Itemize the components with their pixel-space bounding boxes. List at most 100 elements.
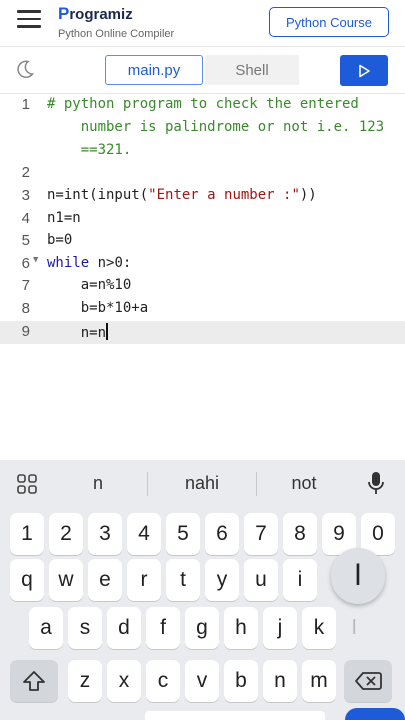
line-number: 1 [21, 96, 30, 113]
code-text: n=int(input("Enter a number :")) [47, 187, 317, 203]
chevron-down-icon[interactable]: ▼ [33, 255, 38, 265]
key-e[interactable]: e [88, 559, 122, 601]
key-x[interactable]: x [107, 660, 141, 702]
key-c[interactable]: c [146, 660, 180, 702]
tab-main-py[interactable]: main.py [105, 55, 203, 85]
line-number: 8 [21, 300, 30, 317]
key-i[interactable]: i [283, 559, 317, 601]
line-number: 6 [21, 255, 30, 272]
line-number: 4 [21, 210, 30, 227]
line-number: 3 [21, 187, 30, 204]
suggestion-item[interactable]: n [78, 473, 118, 494]
code-line: 8 b=b*10+a [0, 300, 405, 322]
text-cursor [106, 323, 108, 340]
key-7[interactable]: 7 [244, 513, 278, 555]
suggestion-divider [256, 472, 257, 496]
faded-key-l: l [352, 617, 357, 639]
key-a[interactable]: a [29, 607, 63, 649]
moon-icon[interactable] [15, 59, 35, 79]
code-string: "Enter a number :" [148, 187, 300, 203]
suggestion-item[interactable]: not [280, 473, 328, 494]
mic-icon[interactable] [366, 471, 386, 495]
shift-icon [23, 671, 45, 691]
key-b[interactable]: b [224, 660, 258, 702]
app-header: Programiz Python Online Compiler Python … [0, 0, 405, 47]
key-4[interactable]: 4 [127, 513, 161, 555]
key-8[interactable]: 8 [283, 513, 317, 555]
run-button[interactable] [340, 55, 388, 86]
key-5[interactable]: 5 [166, 513, 200, 555]
key-t[interactable]: t [166, 559, 200, 601]
key-6[interactable]: 6 [205, 513, 239, 555]
space-key-edge[interactable] [145, 711, 325, 720]
code-line: 5 b=0 [0, 232, 405, 254]
enter-key-edge[interactable] [345, 708, 405, 720]
code-text: a=n%10 [47, 277, 132, 293]
key-r[interactable]: r [127, 559, 161, 601]
code-call: n=int(input( [47, 187, 149, 203]
code-current: n=n [47, 325, 107, 341]
shift-key[interactable] [10, 660, 58, 702]
code-line: 1 # python program to check the entered [0, 96, 405, 118]
line-number: 2 [21, 164, 30, 181]
logo-prefix: P [58, 4, 70, 23]
code-keyword: while [47, 255, 90, 271]
key-j[interactable]: j [263, 607, 297, 649]
key-n[interactable]: n [263, 660, 297, 702]
key-f[interactable]: f [146, 607, 180, 649]
key-q[interactable]: q [10, 559, 44, 601]
code-editor[interactable]: 1 # python program to check the entered … [0, 94, 405, 460]
key-1[interactable]: 1 [10, 513, 44, 555]
key-u[interactable]: u [244, 559, 278, 601]
code-line: number is palindrome or not i.e. 123 [0, 119, 405, 141]
logo-mark: Programiz [58, 4, 133, 24]
key-s[interactable]: s [68, 607, 102, 649]
key-v[interactable]: v [185, 660, 219, 702]
key-z[interactable]: z [68, 660, 102, 702]
code-text: b=b*10+a [47, 300, 149, 316]
key-popup-l: l [331, 548, 385, 604]
backspace-icon [355, 672, 382, 690]
code-line-active: 9 n=n [0, 321, 405, 344]
tab-shell[interactable]: Shell [205, 55, 299, 85]
logo-text: rogramiz [69, 6, 133, 23]
line-number: 5 [21, 232, 30, 249]
python-course-button[interactable]: Python Course [269, 7, 389, 37]
code-text: while n>0: [47, 255, 131, 271]
key-m[interactable]: m [302, 660, 336, 702]
code-comment: # python program to check the entered [47, 96, 359, 112]
logo[interactable]: Programiz Python Online Compiler [58, 4, 174, 40]
code-line: 2 [0, 164, 405, 186]
code-line: ==321. [0, 142, 405, 164]
code-paren: )) [299, 187, 317, 203]
run-icon [359, 64, 370, 77]
suggestion-divider [147, 472, 148, 496]
code-line: 3 n=int(input("Enter a number :")) [0, 187, 405, 209]
key-g[interactable]: g [185, 607, 219, 649]
line-number: 9 [21, 323, 30, 340]
code-comment: number is palindrome or not i.e. 123 [47, 119, 385, 135]
code-line: 6 ▼ while n>0: [0, 255, 405, 277]
backspace-key[interactable] [344, 660, 392, 702]
key-2[interactable]: 2 [49, 513, 83, 555]
key-y[interactable]: y [205, 559, 239, 601]
suggestion-item[interactable]: nahi [170, 473, 234, 494]
line-number: 7 [21, 277, 30, 294]
key-w[interactable]: w [49, 559, 83, 601]
logo-subtitle: Python Online Compiler [58, 28, 175, 40]
key-d[interactable]: d [107, 607, 141, 649]
code-text: n1=n [47, 210, 81, 226]
key-3[interactable]: 3 [88, 513, 122, 555]
code-comment: ==321. [47, 142, 132, 158]
editor-toolbar: main.py Shell [0, 47, 405, 94]
code-line: 4 n1=n [0, 210, 405, 232]
code-text: n=n [47, 323, 108, 341]
suggestion-bar: n nahi not [0, 460, 405, 506]
code-expr: n>0: [89, 255, 132, 271]
hamburger-icon[interactable] [17, 10, 41, 28]
key-k[interactable]: k [302, 607, 336, 649]
code-line: 7 a=n%10 [0, 277, 405, 299]
code-text: b=0 [47, 232, 73, 248]
key-h[interactable]: h [224, 607, 258, 649]
grid-icon[interactable] [16, 473, 38, 495]
